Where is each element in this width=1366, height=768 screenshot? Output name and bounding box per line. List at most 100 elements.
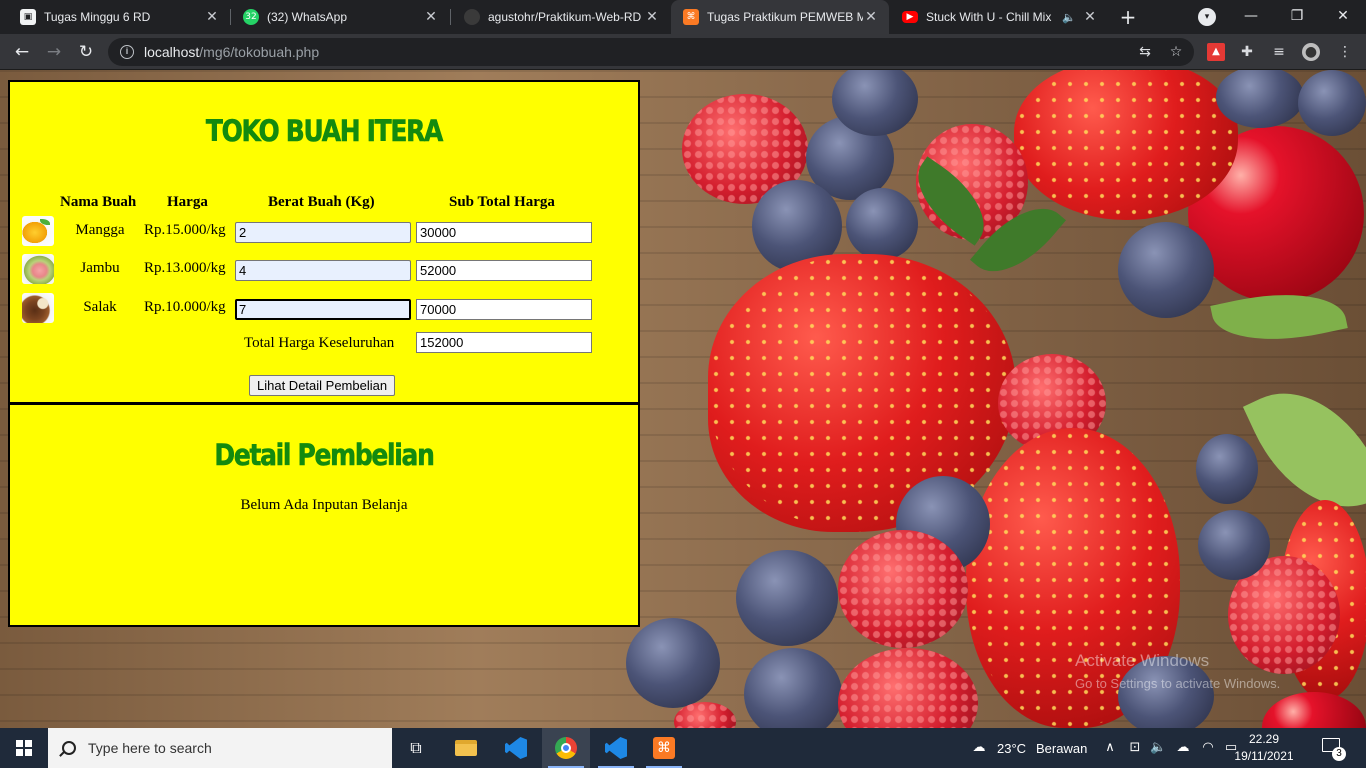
fruit-name: Jambu <box>80 260 120 276</box>
clock-date: 19/11/2021 <box>1234 749 1294 763</box>
fruit-price: Rp.10.000/kg <box>144 299 226 315</box>
weight-input-jambu[interactable]: 4 <box>235 260 411 281</box>
tab-title: Stuck With U - Chill Mix <box>926 10 1052 24</box>
bookmark-star-icon[interactable]: ☆ <box>1167 43 1185 61</box>
tab-search-icon[interactable]: ▾ <box>1198 8 1216 26</box>
subtotal-field-mangga[interactable]: 30000 <box>416 222 592 243</box>
subtotal-field-salak[interactable]: 70000 <box>416 299 592 320</box>
weather-description[interactable]: Berawan <box>1036 741 1087 756</box>
extension-red-icon[interactable]: ▲ <box>1207 43 1225 61</box>
windows-logo-icon <box>16 740 32 756</box>
onedrive-cloud-icon[interactable]: ☁ <box>1175 740 1191 756</box>
close-icon[interactable]: ✕ <box>423 9 439 25</box>
reload-icon[interactable]: ↻ <box>74 40 98 64</box>
forward-icon[interactable]: → <box>42 40 66 64</box>
chrome-button[interactable] <box>542 728 590 768</box>
fruit-name: Mangga <box>75 222 125 238</box>
purchase-detail-panel: Detail Pembelian Belum Ada Inputan Belan… <box>8 403 640 627</box>
volume-icon[interactable]: 🔈 <box>1150 740 1166 756</box>
subtotal-field-jambu[interactable]: 52000 <box>416 260 592 281</box>
vscode-icon <box>505 737 527 759</box>
close-icon[interactable]: ✕ <box>204 9 220 25</box>
clock-time: 22.29 <box>1248 732 1280 746</box>
xampp-button[interactable]: ⌘ <box>640 728 688 768</box>
view-detail-button[interactable]: Lihat Detail Pembelian <box>249 375 396 396</box>
page-viewport: TOKO BUAH ITERA Nama Buah Harga Berat Bu… <box>0 70 1366 728</box>
column-header-weight: Berat Buah (Kg) <box>268 194 375 210</box>
xampp-icon: ⌘ <box>653 737 675 759</box>
taskbar-clock[interactable]: 22.29 19/11/2021 <box>1232 731 1296 765</box>
task-view-icon: ⧉ <box>410 738 422 757</box>
notification-count-badge: 3 <box>1332 747 1346 761</box>
start-button[interactable] <box>0 728 48 768</box>
url-path: /mg6/tokobuah.php <box>199 44 320 60</box>
tab-divider <box>450 9 451 25</box>
tab-youtube[interactable]: ▶ Stuck With U - Chill Mix 🔈 ✕ <box>890 0 1108 34</box>
taskbar-search-box[interactable]: Type here to search <box>48 728 392 768</box>
folder-icon <box>455 740 477 756</box>
activate-windows-subtext: Go to Settings to activate Windows. <box>1075 676 1281 691</box>
total-label: Total Harga Keseluruhan <box>244 335 395 351</box>
tab-whatsapp[interactable]: 32 (32) WhatsApp ✕ <box>231 0 449 34</box>
meet-now-icon[interactable]: ⊡ <box>1127 740 1143 756</box>
tab-title: agustohr/Praktikum-Web-RD <box>488 10 642 24</box>
detail-title: Detail Pembelian <box>214 438 435 473</box>
empty-message: Belum Ada Inputan Belanja <box>240 497 408 513</box>
column-header-name: Nama Buah <box>60 194 137 210</box>
close-icon[interactable]: ✕ <box>644 9 660 25</box>
fruit-name: Salak <box>83 299 117 315</box>
translate-icon[interactable]: ⇆ <box>1136 43 1154 61</box>
new-tab-button[interactable]: + <box>1116 5 1140 29</box>
total-field[interactable]: 152000 <box>416 332 592 353</box>
close-icon[interactable]: ✕ <box>863 9 879 25</box>
fruit-price: Rp.13.000/kg <box>144 260 226 276</box>
fruit-row-salak: Salak Rp.10.000/kg 7 70000 <box>10 293 638 323</box>
weight-input-mangga[interactable]: 2 <box>235 222 411 243</box>
tab-title: (32) WhatsApp <box>267 10 348 24</box>
weather-cloud-icon[interactable]: ☁ <box>968 740 990 756</box>
column-header-price: Harga <box>167 194 208 210</box>
speaker-icon[interactable]: 🔈 <box>1062 11 1076 24</box>
info-icon[interactable]: i <box>120 45 134 59</box>
tab-github[interactable]: agustohr/Praktikum-Web-RD ✕ <box>452 0 670 34</box>
back-icon[interactable]: ← <box>10 40 34 64</box>
whatsapp-icon: 32 <box>243 9 259 25</box>
activate-windows-watermark: Activate Windows <box>1075 651 1210 670</box>
vscode-button[interactable] <box>492 728 540 768</box>
menu-kebab-icon[interactable]: ⋮ <box>1336 43 1354 61</box>
profile-avatar-icon[interactable]: ● <box>1302 43 1320 61</box>
browser-tab-strip: ▣ Tugas Minggu 6 RD ✕ 32 (32) WhatsApp ✕… <box>0 0 1366 34</box>
search-placeholder: Type here to search <box>88 740 212 756</box>
guava-thumbnail <box>22 254 54 284</box>
windows-taskbar: Type here to search ⧉ ⌘ ☁ 23°C Berawan ∧… <box>0 728 1366 768</box>
extensions-puzzle-icon[interactable]: ✚ <box>1238 43 1256 61</box>
youtube-icon: ▶ <box>902 11 918 23</box>
browser-toolbar: ← → ↻ i localhost/mg6/tokobuah.php ⇆ ☆ ▲… <box>0 34 1366 70</box>
wifi-icon[interactable]: ◠ <box>1200 740 1216 756</box>
tab-title: Tugas Praktikum PEMWEB M <box>707 10 863 24</box>
weather-temperature[interactable]: 23°C <box>997 741 1026 756</box>
store-title: TOKO BUAH ITERA <box>205 114 444 149</box>
minimize-icon[interactable]: — <box>1228 0 1274 34</box>
file-explorer-button[interactable] <box>442 728 490 768</box>
chevron-up-icon[interactable]: ∧ <box>1102 740 1118 756</box>
vscode-icon <box>605 737 627 759</box>
tab-title: Tugas Minggu 6 RD <box>44 10 151 24</box>
tab-tugas-praktikum[interactable]: ⌘ Tugas Praktikum PEMWEB M ✕ <box>671 0 889 34</box>
chrome-icon <box>555 737 577 759</box>
close-window-icon[interactable]: ✕ <box>1320 0 1366 34</box>
tab-tugas-minggu[interactable]: ▣ Tugas Minggu 6 RD ✕ <box>8 0 230 34</box>
restore-icon[interactable]: ❐ <box>1274 0 1320 34</box>
task-view-button[interactable]: ⧉ <box>392 728 440 768</box>
close-icon[interactable]: ✕ <box>1082 9 1098 25</box>
fruit-price: Rp.15.000/kg <box>144 222 226 238</box>
column-header-subtotal: Sub Total Harga <box>449 194 555 210</box>
store-form-panel: TOKO BUAH ITERA Nama Buah Harga Berat Bu… <box>8 80 640 404</box>
address-bar[interactable]: i localhost/mg6/tokobuah.php <box>108 38 1194 66</box>
weight-input-salak[interactable]: 7 <box>235 299 411 320</box>
classroom-icon: ▣ <box>20 9 36 25</box>
xampp-icon: ⌘ <box>683 9 699 25</box>
media-control-icon[interactable]: ≡ <box>1270 43 1288 61</box>
vscode-window-button[interactable] <box>592 728 640 768</box>
salak-thumbnail <box>22 293 54 323</box>
